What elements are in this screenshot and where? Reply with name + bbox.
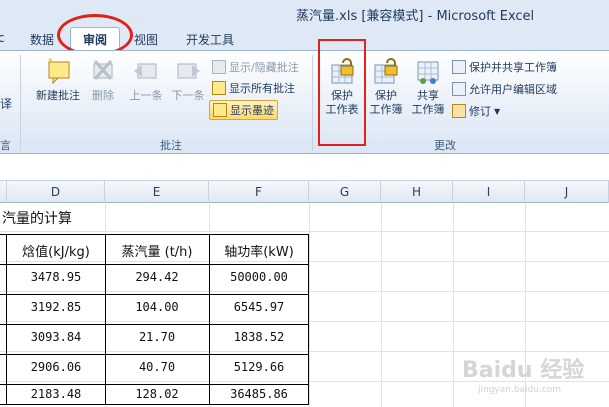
delete-comment-button[interactable]: 删除: [88, 57, 118, 103]
protect-workbook-label-1: 保护: [375, 89, 397, 102]
group-separator: [312, 55, 313, 151]
show-all-comments-button[interactable]: 显示所有批注: [212, 80, 295, 96]
share-workbook-icon: [417, 61, 439, 84]
protect-and-share-button[interactable]: 保护并共享工作簿: [452, 59, 557, 75]
column-header-h[interactable]: H: [381, 181, 453, 203]
table-cell[interactable]: 5129.66: [209, 360, 309, 374]
protect-workbook-label-2: 工作簿: [369, 103, 403, 116]
table-cell[interactable]: 21.70: [105, 330, 209, 344]
table-cell[interactable]: 40.70: [105, 360, 209, 374]
ribbon: 译 言 新建批注 删除 上一条 下一条 显示/隐藏批注 显示所有批注 显示墨迹 …: [0, 50, 609, 154]
tab-developer[interactable]: 开发工具: [186, 31, 234, 48]
table-cell[interactable]: 128.02: [105, 387, 209, 401]
next-comment-icon: [177, 63, 200, 79]
table-cell[interactable]: 6545.97: [209, 300, 309, 314]
show-hide-label: 显示/隐藏批注: [229, 61, 299, 74]
comments-group-label: 批注: [160, 139, 182, 152]
changes-group-label: 更改: [434, 139, 456, 152]
tab-data[interactable]: 数据: [30, 31, 54, 48]
delete-comment-icon: [93, 60, 113, 80]
previous-label: 上一条: [129, 89, 163, 102]
show-all-comments-icon: [212, 81, 226, 95]
chevron-down-icon: ▼: [494, 106, 501, 116]
protect-workbook-button[interactable]: 保护 工作簿: [366, 57, 406, 117]
protect-sheet-annotation-box: [318, 39, 366, 146]
next-comment-button[interactable]: 下一条: [168, 57, 208, 103]
new-comment-icon: [48, 58, 70, 85]
baidu-watermark: Baidu 经验: [462, 358, 585, 383]
show-ink-label: 显示墨迹: [230, 104, 274, 117]
share-workbook-label-2: 工作簿: [411, 103, 445, 116]
table-header-steam[interactable]: 蒸汽量 (t/h): [105, 241, 209, 260]
table-cell[interactable]: 2906.06: [7, 360, 105, 374]
ink-pen-icon: [213, 103, 227, 117]
show-all-label: 显示所有批注: [229, 82, 295, 95]
column-header-fragment: [0, 181, 7, 203]
table-cell[interactable]: 2183.48: [7, 387, 105, 401]
previous-comment-icon: [134, 63, 157, 79]
protect-share-label: 保护并共享工作簿: [469, 61, 557, 74]
table-cell[interactable]: 50000.00: [209, 270, 309, 284]
column-header-i[interactable]: I: [453, 181, 525, 203]
table-cell[interactable]: 36485.86: [209, 387, 309, 401]
show-hide-comment-icon: [212, 60, 226, 74]
formula-bar-area: [0, 155, 609, 181]
column-header-g[interactable]: G: [309, 181, 381, 203]
allow-edit-ranges-button[interactable]: 允许用户编辑区域: [452, 81, 557, 97]
show-ink-button[interactable]: 显示墨迹: [209, 100, 278, 120]
window-title: 蒸汽量.xls [兼容模式] - Microsoft Excel: [296, 9, 535, 24]
next-label: 下一条: [171, 89, 205, 102]
delete-label: 删除: [92, 89, 114, 102]
column-header-e[interactable]: E: [105, 181, 209, 203]
previous-comment-button[interactable]: 上一条: [126, 57, 166, 103]
tab-start-fragment[interactable]: c: [0, 31, 5, 45]
group-separator: [20, 55, 21, 151]
column-header-row: D E F G H I J: [0, 181, 609, 203]
track-changes-label: 修订: [469, 105, 491, 118]
table-cell[interactable]: 3093.84: [7, 330, 105, 344]
tab-view[interactable]: 视图: [134, 31, 158, 48]
table-cell[interactable]: 3192.85: [7, 300, 105, 314]
share-workbook-label-1: 共享: [417, 89, 439, 102]
allow-edit-ranges-label: 允许用户编辑区域: [469, 83, 557, 96]
protect-share-icon: [452, 60, 466, 74]
column-header-d[interactable]: D: [7, 181, 105, 203]
language-group-fragment: 言: [0, 139, 11, 152]
track-changes-icon: [452, 104, 466, 118]
table-cell[interactable]: 1838.52: [209, 330, 309, 344]
show-hide-comment-button[interactable]: 显示/隐藏批注: [212, 59, 299, 75]
table-header-enthalpy[interactable]: 焓值(kJ/kg): [7, 241, 105, 260]
protect-workbook-lock-icon: [374, 58, 398, 84]
column-header-f[interactable]: F: [209, 181, 309, 203]
column-header-j[interactable]: J: [525, 181, 609, 203]
baidu-watermark-url: jingyan.baidu.com: [478, 385, 562, 395]
allow-edit-ranges-icon: [452, 82, 466, 96]
new-comment-label: 新建批注: [36, 89, 80, 102]
sheet-title-cell[interactable]: 汽量的计算: [2, 208, 72, 228]
translate-fragment[interactable]: 译: [0, 95, 12, 112]
table-cell[interactable]: 104.00: [105, 300, 209, 314]
share-workbook-button[interactable]: 共享 工作簿: [408, 57, 448, 117]
new-comment-button[interactable]: 新建批注: [30, 57, 86, 103]
table-cell[interactable]: 3478.95: [7, 270, 105, 284]
track-changes-button[interactable]: 修订 ▼: [452, 103, 500, 119]
table-header-shaft-power[interactable]: 轴功率(kW): [209, 241, 309, 260]
table-cell[interactable]: 294.42: [105, 270, 209, 284]
